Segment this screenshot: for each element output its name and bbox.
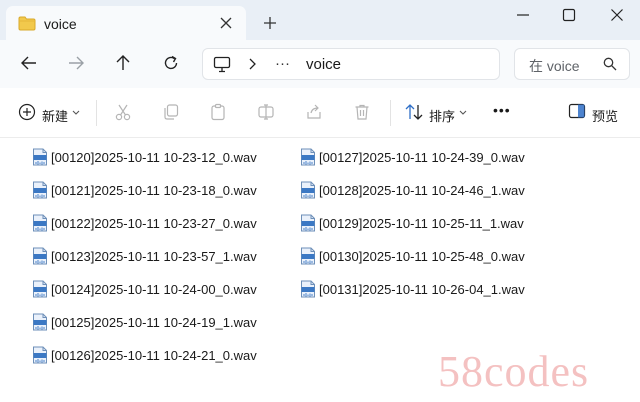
file-name: [00127]2025-10-11 10-24-39_0.wav bbox=[319, 149, 525, 165]
list-item[interactable]: [00121]2025-10-11 10-23-18_0.wav bbox=[32, 179, 257, 201]
file-name: [00123]2025-10-11 10-23-57_1.wav bbox=[51, 248, 257, 264]
file-name: [00131]2025-10-11 10-26-04_1.wav bbox=[319, 281, 525, 297]
title-bar: voice bbox=[0, 0, 640, 40]
current-folder[interactable]: voice bbox=[306, 56, 341, 73]
search-input[interactable]: 在 voice bbox=[529, 56, 580, 76]
list-item[interactable]: [00122]2025-10-11 10-23-27_0.wav bbox=[32, 212, 257, 234]
wav-file-icon bbox=[301, 247, 315, 265]
list-item[interactable]: [00126]2025-10-11 10-24-21_0.wav bbox=[32, 344, 257, 366]
wav-file-icon bbox=[301, 280, 315, 298]
wav-file-icon bbox=[33, 148, 47, 166]
preview-button[interactable]: 预览 bbox=[592, 106, 618, 125]
sort-icon[interactable] bbox=[404, 103, 424, 121]
wav-file-icon bbox=[33, 280, 47, 298]
list-item[interactable]: [00129]2025-10-11 10-25-11_1.wav bbox=[300, 212, 524, 234]
wav-file-icon bbox=[301, 214, 315, 232]
list-item[interactable]: [00128]2025-10-11 10-24-46_1.wav bbox=[300, 179, 525, 201]
wav-file-icon bbox=[33, 346, 47, 364]
new-button[interactable]: 新建 bbox=[42, 106, 68, 125]
chevron-down-icon[interactable] bbox=[459, 110, 467, 116]
file-name: [00128]2025-10-11 10-24-46_1.wav bbox=[319, 182, 525, 198]
minimize-icon[interactable] bbox=[516, 8, 530, 22]
window-close-icon[interactable] bbox=[610, 8, 624, 22]
file-name: [00122]2025-10-11 10-23-27_0.wav bbox=[51, 215, 257, 231]
search-icon bbox=[603, 57, 617, 71]
wav-file-icon bbox=[33, 181, 47, 199]
file-name: [00130]2025-10-11 10-25-48_0.wav bbox=[319, 248, 525, 264]
chevron-right-icon bbox=[249, 58, 256, 70]
tab-title: voice bbox=[44, 16, 77, 32]
wav-file-icon bbox=[33, 214, 47, 232]
wav-file-icon bbox=[301, 181, 315, 199]
file-name: [00124]2025-10-11 10-24-00_0.wav bbox=[51, 281, 257, 297]
forward-arrow-icon[interactable] bbox=[67, 54, 85, 72]
copy-icon[interactable] bbox=[162, 103, 180, 121]
up-arrow-icon[interactable] bbox=[114, 54, 132, 72]
file-name: [00121]2025-10-11 10-23-18_0.wav bbox=[51, 182, 257, 198]
new-plus-icon[interactable] bbox=[18, 103, 36, 121]
list-item[interactable]: [00125]2025-10-11 10-24-19_1.wav bbox=[32, 311, 257, 333]
command-bar: 新建 排序 ••• 预览 bbox=[0, 88, 640, 138]
list-item[interactable]: [00130]2025-10-11 10-25-48_0.wav bbox=[300, 245, 525, 267]
toolbar-divider bbox=[390, 100, 391, 126]
address-bar[interactable]: ··· voice bbox=[202, 48, 500, 80]
folder-icon bbox=[18, 16, 36, 31]
file-name: [00129]2025-10-11 10-25-11_1.wav bbox=[319, 215, 524, 231]
list-item[interactable]: [00120]2025-10-11 10-23-12_0.wav bbox=[32, 146, 257, 168]
sort-button[interactable]: 排序 bbox=[429, 106, 455, 125]
wav-file-icon bbox=[33, 247, 47, 265]
wav-file-icon bbox=[33, 313, 47, 331]
search-box[interactable]: 在 voice bbox=[514, 48, 630, 80]
close-icon[interactable] bbox=[219, 16, 233, 30]
toolbar-divider bbox=[96, 100, 97, 126]
preview-pane-icon[interactable] bbox=[568, 103, 586, 119]
navigation-bar: ··· voice 在 voice bbox=[0, 40, 640, 88]
watermark-text: 58codes bbox=[438, 347, 590, 396]
maximize-icon[interactable] bbox=[562, 8, 576, 22]
paste-icon[interactable] bbox=[209, 103, 227, 121]
file-name: [00120]2025-10-11 10-23-12_0.wav bbox=[51, 149, 257, 165]
list-item[interactable]: [00127]2025-10-11 10-24-39_0.wav bbox=[300, 146, 525, 168]
list-item[interactable]: [00124]2025-10-11 10-24-00_0.wav bbox=[32, 278, 257, 300]
file-name: [00125]2025-10-11 10-24-19_1.wav bbox=[51, 314, 257, 330]
tab-voice[interactable]: voice bbox=[6, 6, 246, 40]
delete-icon[interactable] bbox=[353, 103, 371, 121]
new-tab-button[interactable] bbox=[263, 16, 277, 30]
list-item[interactable]: [00131]2025-10-11 10-26-04_1.wav bbox=[300, 278, 525, 300]
back-arrow-icon[interactable] bbox=[20, 54, 38, 72]
chevron-down-icon[interactable] bbox=[72, 110, 80, 116]
share-icon[interactable] bbox=[305, 103, 323, 121]
rename-icon[interactable] bbox=[257, 103, 275, 121]
wav-file-icon bbox=[301, 148, 315, 166]
cut-icon[interactable] bbox=[114, 103, 132, 121]
file-name: [00126]2025-10-11 10-24-21_0.wav bbox=[51, 347, 257, 363]
refresh-icon[interactable] bbox=[162, 54, 180, 72]
more-options-button[interactable]: ••• bbox=[493, 102, 511, 118]
computer-icon bbox=[213, 56, 231, 73]
list-item[interactable]: [00123]2025-10-11 10-23-57_1.wav bbox=[32, 245, 257, 267]
path-ellipsis[interactable]: ··· bbox=[275, 55, 290, 72]
